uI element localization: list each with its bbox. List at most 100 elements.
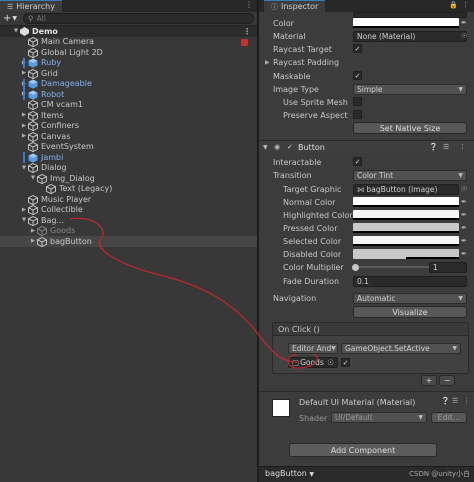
hierarchy-item[interactable]: Text (Legacy) xyxy=(0,184,257,195)
hierarchy-tabbar: ☰ Hierarchy ⋮ xyxy=(0,0,257,12)
pressed-color-swatch[interactable] xyxy=(353,223,459,233)
set-native-size-button[interactable]: Set Native Size xyxy=(353,122,467,134)
preserve-aspect-checkbox[interactable] xyxy=(353,110,362,119)
color-multiplier-slider-track[interactable] xyxy=(353,266,431,268)
navigation-dropdown[interactable]: Automatic ▼ xyxy=(353,293,467,304)
hierarchy-item[interactable]: ▶ bagButton xyxy=(0,236,257,247)
chevron-right-icon[interactable]: ▶ xyxy=(20,112,28,118)
object-picker-icon[interactable]: ☉ xyxy=(461,32,467,40)
hierarchy-item[interactable]: ▶Ruby xyxy=(0,57,257,68)
scene-options-icon[interactable]: ⋮ xyxy=(243,27,251,36)
highlighted-color-swatch[interactable] xyxy=(353,210,459,220)
hierarchy-item[interactable]: CM vcam1 xyxy=(0,100,257,111)
component-menu-icon[interactable]: ⋮ xyxy=(459,143,466,151)
button-enabled-checkbox[interactable]: ✓ xyxy=(287,143,293,151)
lock-icon[interactable]: 🔒 xyxy=(449,1,458,9)
tab-hierarchy[interactable]: ☰ Hierarchy xyxy=(0,0,62,12)
hierarchy-item[interactable]: ▶Damageable xyxy=(0,78,257,89)
interactable-checkbox[interactable]: ✓ xyxy=(353,157,362,166)
create-button[interactable]: + ▼ xyxy=(3,13,17,24)
normal-color-swatch[interactable] xyxy=(353,197,459,207)
visualize-button[interactable]: Visualize xyxy=(353,306,467,318)
more-options-icon[interactable]: ⋮ xyxy=(245,0,253,9)
eyedropper-icon[interactable]: ✒ xyxy=(461,198,467,206)
search-input[interactable] xyxy=(36,14,187,23)
preview-object-name[interactable]: bagButton ▼ xyxy=(265,469,314,478)
remove-event-button[interactable]: − xyxy=(439,375,455,386)
transition-dropdown[interactable]: Color Tint ▼ xyxy=(353,170,467,181)
material-field[interactable]: None (Material) xyxy=(353,31,467,42)
preset-icon[interactable]: ☰ xyxy=(443,143,449,151)
help-icon[interactable]: ❔ xyxy=(429,143,438,151)
eyedropper-icon[interactable]: ✒ xyxy=(461,250,467,258)
raycast-target-checkbox[interactable]: ✓ xyxy=(353,44,362,53)
function-dropdown[interactable]: GameObject.SetActive ▼ xyxy=(341,343,461,354)
hierarchy-item[interactable]: EventSystem xyxy=(0,142,257,153)
add-event-button[interactable]: + xyxy=(421,375,437,386)
hierarchy-search[interactable]: ⚲ xyxy=(23,13,254,24)
object-picker-icon[interactable]: ☉ xyxy=(461,185,467,193)
eyedropper-icon[interactable]: ✒ xyxy=(461,237,467,245)
chevron-right-icon[interactable]: ▶ xyxy=(20,133,28,139)
scene-row[interactable]: ▼ Demo ⋮ xyxy=(0,26,257,37)
chevron-right-icon[interactable]: ▶ xyxy=(20,207,28,213)
eyedropper-icon[interactable]: ✒ xyxy=(461,19,467,27)
use-sprite-mesh-checkbox[interactable] xyxy=(353,97,362,106)
hierarchy-item[interactable]: ▼ Img_Dialog xyxy=(0,173,257,184)
hierarchy-item[interactable]: ▶ Canvas xyxy=(0,131,257,142)
chevron-down-icon[interactable]: ▼ xyxy=(20,165,28,171)
chevron-right-icon[interactable]: ▶ xyxy=(265,59,270,66)
tab-inspector[interactable]: ⓘ Inspector xyxy=(264,0,326,12)
object-picker-icon[interactable]: ☉ xyxy=(327,358,334,367)
button-component-header[interactable]: ▼ ◉ ✓ Button ❔ ☰ ⋮ xyxy=(259,140,474,153)
raycast-padding-row[interactable]: ▶ Raycast Padding xyxy=(259,56,474,68)
eyedropper-icon[interactable]: ✒ xyxy=(461,224,467,232)
color-multiplier-slider-handle[interactable] xyxy=(352,264,359,271)
chevron-right-icon[interactable]: ▶ xyxy=(20,123,28,129)
hierarchy-item[interactable]: ▶ Grid xyxy=(0,68,257,79)
chevron-right-icon[interactable]: ▶ xyxy=(29,228,37,234)
maskable-checkbox[interactable]: ✓ xyxy=(353,71,362,80)
chevron-down-icon[interactable]: ▼ xyxy=(263,144,268,151)
set-active-checkbox[interactable]: ✓ xyxy=(341,358,350,367)
more-options-icon[interactable]: ⋮ xyxy=(462,1,469,9)
image-type-dropdown[interactable]: Simple ▼ xyxy=(353,84,467,95)
hierarchy-item[interactable]: Music Player xyxy=(0,194,257,205)
hierarchy-item[interactable]: ▶ Confiners xyxy=(0,121,257,132)
chevron-right-icon[interactable]: ▶ xyxy=(29,238,37,244)
runtime-dropdown[interactable]: Editor And ▼ xyxy=(288,343,338,354)
chevron-right-icon[interactable]: ▶ xyxy=(20,70,28,76)
chevron-down-icon[interactable]: ▼ xyxy=(20,217,28,223)
add-component-button[interactable]: Add Component xyxy=(289,443,437,457)
shader-label: Shader xyxy=(299,414,328,423)
component-menu-icon[interactable]: ⋮ xyxy=(463,397,470,405)
hierarchy-item[interactable]: ▶ Goods xyxy=(0,226,257,237)
hierarchy-item[interactable]: Jambi xyxy=(0,152,257,163)
fade-duration-input[interactable]: 0.1 xyxy=(353,276,467,287)
hierarchy-item[interactable]: Main Camera xyxy=(0,37,257,48)
event-object-field[interactable]: ▢ Goods ☉ xyxy=(288,357,338,368)
preset-icon[interactable]: ☰ xyxy=(452,397,458,405)
set-native-size-label: Set Native Size xyxy=(379,123,441,133)
button-component-icon: ◉ xyxy=(274,143,281,151)
chevron-down-icon[interactable]: ▼ xyxy=(12,28,20,34)
help-icon[interactable]: ❔ xyxy=(441,397,450,405)
hierarchy-item[interactable]: Global Light 2D xyxy=(0,47,257,58)
shader-dropdown[interactable]: UI/Default ▼ xyxy=(331,412,427,423)
chevron-down-icon[interactable]: ▼ xyxy=(29,175,37,181)
edit-shader-button[interactable]: Edit... xyxy=(431,412,467,423)
hierarchy-item[interactable]: ▼ Dialog xyxy=(0,163,257,174)
target-graphic-field[interactable]: ⋈ bagButton (Image) xyxy=(353,184,459,195)
color-swatch[interactable] xyxy=(353,18,459,28)
hierarchy-item-label: Music Player xyxy=(41,194,92,204)
eyedropper-icon[interactable]: ✒ xyxy=(461,211,467,219)
disabled-color-swatch[interactable] xyxy=(353,249,459,259)
hierarchy-item[interactable]: ▶Robot xyxy=(0,89,257,100)
hierarchy-item[interactable]: ▶ Collectible xyxy=(0,205,257,216)
hierarchy-item[interactable]: ▼ Bag... xyxy=(0,215,257,226)
hierarchy-item[interactable]: ▶ Items xyxy=(0,110,257,121)
hierarchy-item-label: CM vcam1 xyxy=(41,100,83,110)
color-multiplier-input[interactable]: 1 xyxy=(429,262,467,273)
edit-shader-label: Edit... xyxy=(437,413,461,422)
selected-color-swatch[interactable] xyxy=(353,236,459,246)
